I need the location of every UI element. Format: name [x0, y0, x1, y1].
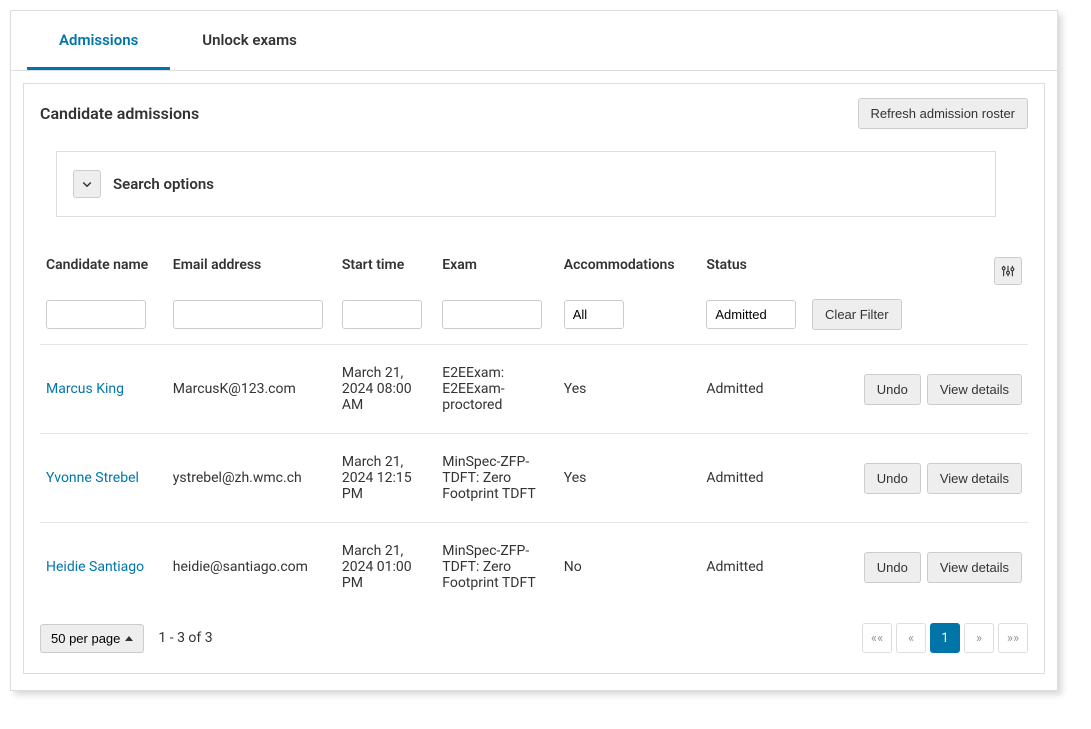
refresh-roster-button[interactable]: Refresh admission roster — [858, 98, 1029, 129]
undo-button[interactable]: Undo — [864, 374, 921, 405]
candidate-accommodations: No — [564, 559, 582, 575]
per-page-button[interactable]: 50 per page — [40, 624, 144, 653]
candidate-status: Admitted — [706, 559, 763, 575]
candidate-name-link[interactable]: Heidie Santiago — [46, 559, 144, 575]
col-start[interactable]: Start time — [336, 249, 436, 293]
tab-admissions[interactable]: Admissions — [27, 11, 170, 70]
table-footer: 50 per page 1 - 3 of 3 «« « 1 » »» — [40, 611, 1028, 657]
candidate-start-time: March 21, 2024 01:00 PM — [342, 543, 412, 591]
panel: Candidate admissions Refresh admission r… — [23, 83, 1045, 674]
pager-page-1[interactable]: 1 — [930, 623, 960, 653]
pager-next[interactable]: » — [964, 623, 994, 653]
candidate-start-time: March 21, 2024 08:00 AM — [342, 365, 412, 413]
candidate-exam: MinSpec-ZFP-TDFT: Zero Footprint TDFT — [442, 454, 535, 502]
pager-prev[interactable]: « — [896, 623, 926, 653]
tabs: Admissions Unlock exams — [11, 11, 1057, 71]
col-name[interactable]: Candidate name — [40, 249, 167, 293]
candidate-accommodations: Yes — [564, 381, 587, 397]
table-row: Heidie Santiago heidie@santiago.com March … — [40, 523, 1028, 612]
undo-button[interactable]: Undo — [864, 552, 921, 583]
candidate-accommodations: Yes — [564, 470, 587, 486]
table-row: Marcus King MarcusK@123.com March 21, 2024… — [40, 345, 1028, 434]
per-page-label: 50 per page — [51, 631, 120, 646]
admissions-table: Candidate name Email address Start time … — [40, 249, 1028, 611]
search-options-label: Search options — [113, 175, 214, 193]
tab-unlock-exams[interactable]: Unlock exams — [170, 11, 329, 70]
pager-last[interactable]: »» — [998, 623, 1028, 653]
filter-name-input[interactable] — [46, 300, 146, 329]
candidate-status: Admitted — [706, 381, 763, 397]
candidate-name-link[interactable]: Yvonne Strebel — [46, 470, 139, 486]
candidate-exam: MinSpec-ZFP-TDFT: Zero Footprint TDFT — [442, 543, 535, 591]
candidate-name-link[interactable]: Marcus King — [46, 381, 124, 397]
filter-email-input[interactable] — [173, 300, 323, 329]
table-header-row: Candidate name Email address Start time … — [40, 249, 1028, 293]
col-actions — [806, 249, 986, 293]
col-accommodations[interactable]: Accommodations — [558, 249, 701, 293]
panel-title: Candidate admissions — [40, 104, 199, 123]
filter-accommodations-select[interactable] — [564, 300, 624, 329]
panel-header: Candidate admissions Refresh admission r… — [24, 84, 1044, 143]
candidate-email: ystrebel@zh.wmc.ch — [173, 470, 302, 486]
table-row: Yvonne Strebel ystrebel@zh.wmc.ch March 21… — [40, 434, 1028, 523]
content: Search options Candidate name Email addr… — [24, 151, 1044, 673]
filter-start-input[interactable] — [342, 300, 422, 329]
filter-row: Clear Filter — [40, 293, 1028, 345]
view-details-button[interactable]: View details — [927, 552, 1022, 583]
col-settings — [986, 249, 1028, 293]
search-options-bar: Search options — [56, 151, 996, 217]
window: Admissions Unlock exams Candidate admiss… — [10, 10, 1058, 691]
col-status[interactable]: Status — [700, 249, 806, 293]
undo-button[interactable]: Undo — [864, 463, 921, 494]
candidate-exam: E2EExam: E2EExam-proctored — [442, 365, 504, 413]
filter-exam-input[interactable] — [442, 300, 542, 329]
chevron-down-icon — [81, 178, 93, 190]
col-exam[interactable]: Exam — [436, 249, 558, 293]
expand-search-button[interactable] — [73, 170, 101, 198]
view-details-button[interactable]: View details — [927, 463, 1022, 494]
clear-filter-button[interactable]: Clear Filter — [812, 299, 902, 330]
candidate-status: Admitted — [706, 470, 763, 486]
triangle-up-icon — [125, 636, 133, 641]
sliders-icon — [1001, 264, 1015, 278]
col-email[interactable]: Email address — [167, 249, 336, 293]
view-details-button[interactable]: View details — [927, 374, 1022, 405]
range-text: 1 - 3 of 3 — [158, 630, 212, 646]
column-settings-button[interactable] — [994, 257, 1022, 285]
candidate-email: heidie@santiago.com — [173, 559, 308, 575]
candidate-email: MarcusK@123.com — [173, 381, 296, 397]
pager-first[interactable]: «« — [862, 623, 892, 653]
candidate-start-time: March 21, 2024 12:15 PM — [342, 454, 412, 502]
filter-status-select[interactable] — [706, 300, 796, 329]
pager: «« « 1 » »» — [862, 623, 1028, 653]
